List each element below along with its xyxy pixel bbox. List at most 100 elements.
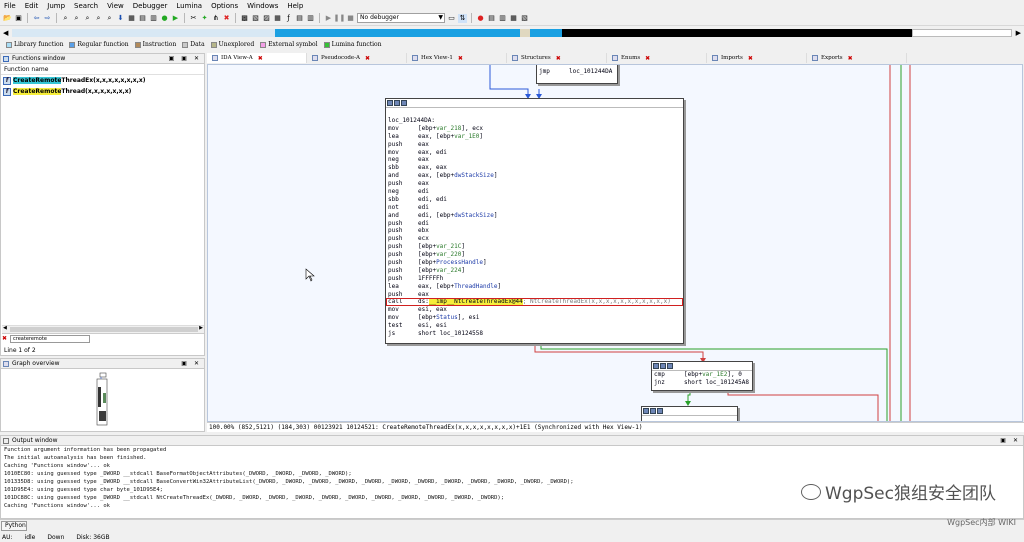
stack-variable[interactable]: ProcessHandle [436,259,483,266]
tab-exports[interactable]: Exports ✖ [807,53,907,63]
close-icon[interactable]: ✕ [194,360,199,367]
asm-line[interactable]: sbb eax, eax [386,164,683,172]
asm-line[interactable]: cmp [ebp+var_1E2], 0 [652,371,752,379]
scroll-left-icon[interactable]: ◀ [3,29,8,37]
graph-overview-minimap[interactable] [1,369,204,431]
asm-line[interactable]: push eax [386,291,683,299]
stack-variable[interactable]: Status [436,314,458,321]
asm-line[interactable]: lea eax, [ebp+ThreadHandle] [386,283,683,291]
tab-pseudocode-a[interactable]: Pseudocode-A ✖ [307,53,407,63]
asm-line[interactable]: and eax, [ebp+dwStackSize] [386,172,683,180]
menu-view[interactable]: View [107,2,124,10]
close-icon[interactable]: ▣ [169,55,175,62]
binoculars-icon[interactable]: ⌕ [61,14,70,23]
call-target[interactable]: __imp__NtCreateThreadEx@44 [428,298,523,306]
ida-graph-view[interactable]: incecxjmploc_101244DA loc_101244DA: mov[… [207,64,1023,422]
sync-icon[interactable]: ⇅ [458,13,467,23]
chart-line-icon[interactable]: ▧ [251,14,260,23]
search-binary-icon[interactable]: ⌕ [83,14,92,23]
forward-icon[interactable]: ⇨ [43,14,52,23]
asm-line[interactable]: sbb edi, edi [386,196,683,204]
tab-enums[interactable]: Enums ✖ [607,53,707,63]
horizontal-scrollbar[interactable]: ◀ ▶ [2,325,204,333]
asm-line[interactable]: mov esi, eax [386,306,683,314]
struct-icon[interactable]: ▤ [295,14,304,23]
close-icon[interactable]: ✖ [365,55,370,62]
tab-structures[interactable]: Structures ✖ [507,53,607,63]
tab-imports[interactable]: Imports ✖ [707,53,807,63]
close-icon[interactable]: ✕ [1013,437,1018,444]
stack-variable[interactable]: var_224 [436,267,461,274]
scroll-right-icon[interactable]: ▶ [1016,29,1021,37]
float-icon[interactable]: ▣ [1000,437,1006,444]
stop-debug-icon[interactable]: ■ [346,14,355,23]
graph-node-right[interactable]: cmp [ebp+var_1E2], 0 jnz short loc_101245A8 [651,361,753,391]
menu-search[interactable]: Search [74,2,98,10]
green-circle-icon[interactable]: ● [160,14,169,23]
asm-line[interactable]: push eax [386,180,683,188]
graph-icon[interactable]: ⋔ [211,14,220,23]
asm-line[interactable]: push [ebp+var_220] [386,251,683,259]
menu-edit[interactable]: Edit [25,2,39,10]
stack-variable[interactable]: var_220 [436,251,461,258]
node-color-icon[interactable] [643,408,649,414]
node-group-icon[interactable] [401,100,407,106]
stack-variable[interactable]: var_21C [436,243,461,250]
close-icon[interactable]: ✖ [556,55,561,62]
scissors-icon[interactable]: ✂ [189,14,198,23]
menu-jump[interactable]: Jump [47,2,65,10]
breakpoint-icon[interactable]: ● [476,14,485,23]
asm-line[interactable]: push ebx [386,227,683,235]
attach-icon[interactable]: ▭ [447,14,456,23]
python-button[interactable]: Python [1,520,27,531]
graph-node-bottom[interactable] [641,406,738,421]
code-icon[interactable]: ▤ [138,14,147,23]
function-row[interactable]: f CreateRemoteThreadEx(x,x,x,x,x,x,x,x) [1,75,204,86]
enum-icon[interactable]: ▥ [306,14,315,23]
functions-column-header[interactable]: Function name [1,64,204,75]
call-graph-icon[interactable]: ▦ [273,14,282,23]
xref-icon[interactable]: ▨ [262,14,271,23]
watch-icon[interactable]: ▧ [520,14,529,23]
node-graph-icon[interactable] [650,408,656,414]
close-icon[interactable]: ✕ [194,55,199,62]
asm-line[interactable]: and edi, [ebp+dwStackSize] [386,212,683,220]
graph-node-main[interactable]: loc_101244DA: mov [ebp+var_218], ecx lea ea… [385,98,684,344]
float-icon[interactable]: ▣ [181,55,187,62]
node-graph-icon[interactable] [394,100,400,106]
asm-line[interactable]: push [ebp+ProcessHandle] [386,259,683,267]
asm-line[interactable]: push eax [386,141,683,149]
graph-node-top[interactable]: incecxjmploc_101244DA [536,65,618,84]
node-label[interactable]: loc_101244DA: [386,117,683,125]
pause-icon[interactable]: ❚❚ [334,14,346,23]
down-arrow-icon[interactable]: ⬇ [116,14,125,23]
asm-line[interactable]: not edi [386,204,683,212]
asm-line[interactable]: mov [ebp+var_218], ecx [386,125,683,133]
chart-bar-icon[interactable]: ▩ [240,14,249,23]
tab-ida-view-a[interactable]: IDA View-A ✖ [207,53,307,63]
menu-debugger[interactable]: Debugger [133,2,168,10]
navigation-band[interactable]: ◀ ▶ [0,27,1024,39]
asm-line[interactable]: neg edi [386,188,683,196]
node-color-icon[interactable] [387,100,393,106]
stack-variable[interactable]: ThreadHandle [454,283,497,290]
stack-variable[interactable]: dwStackSize [454,212,494,219]
menu-help[interactable]: Help [287,2,303,10]
search-text-icon[interactable]: ⌕ [72,14,81,23]
close-icon[interactable]: ✖ [645,55,650,62]
hex-icon[interactable]: ▥ [498,14,507,23]
asm-line[interactable]: jnz short loc_101245A8 [652,379,752,387]
search-next-icon[interactable]: ⌕ [105,14,114,23]
asm-line[interactable]: lea eax, [ebp+var_1E0] [386,133,683,141]
search-immediate-icon[interactable]: ⌕ [94,14,103,23]
menu-options[interactable]: Options [211,2,238,10]
node-group-icon[interactable] [657,408,663,414]
sparkle-icon[interactable]: ✦ [200,14,209,23]
locals-icon[interactable]: ▦ [509,14,518,23]
stack-variable[interactable]: var_1E0 [454,133,479,140]
close-icon[interactable]: ✖ [458,55,463,62]
close-filter-icon[interactable]: ✖ [2,335,7,342]
stop-icon[interactable]: ✖ [222,14,231,23]
asm-line[interactable]: push edi [386,220,683,228]
menu-file[interactable]: File [4,2,16,10]
